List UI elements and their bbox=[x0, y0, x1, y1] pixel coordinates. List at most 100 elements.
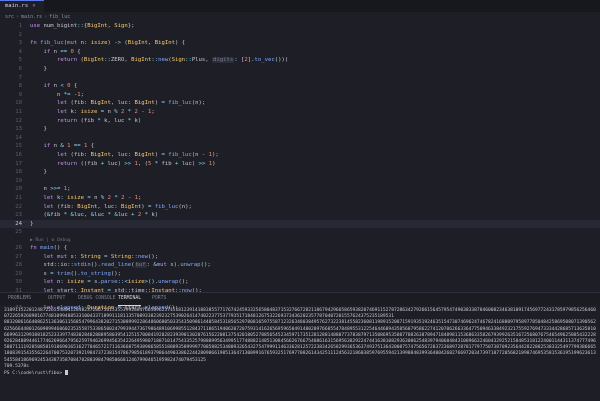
line-number: 10 bbox=[15, 100, 22, 107]
line-number: 28 bbox=[15, 262, 22, 269]
code-text: if n < 0 { bbox=[43, 83, 78, 90]
line-number: 27 bbox=[15, 253, 22, 260]
close-icon[interactable]: × bbox=[32, 3, 35, 9]
code-text: } bbox=[30, 220, 34, 227]
line-number: 30 bbox=[15, 279, 22, 286]
code-line[interactable]: 27 let mut s: String = String::new(); bbox=[0, 253, 600, 262]
terminal-cursor bbox=[64, 370, 68, 376]
code-line[interactable]: 22 let (fib: BigInt, luc: BigInt) = fib_… bbox=[0, 203, 600, 212]
code-line[interactable]: 28 std::io::stdin().read_line(buf: &mut … bbox=[0, 261, 600, 270]
tab-ports[interactable]: PORTS bbox=[152, 293, 166, 305]
line-number: 11 bbox=[15, 109, 22, 115]
line-number: 19 bbox=[15, 177, 22, 184]
line-number: 1 bbox=[18, 23, 22, 29]
code-text: return (BigInt::ZERO, BigInt::new(Sign::… bbox=[56, 57, 289, 64]
code-text: fn main() { bbox=[30, 245, 68, 251]
line-number: 2 bbox=[18, 31, 22, 38]
code-line[interactable]: 18 } bbox=[0, 168, 600, 177]
chevron-right-icon: › bbox=[44, 14, 48, 20]
code-line[interactable]: 29 s = trim().to_string(); bbox=[0, 270, 600, 279]
code-line[interactable]: 5 return (BigInt::ZERO, BigInt::new(Sign… bbox=[0, 56, 600, 65]
code-text: use num_bigint::{BigInt, Sign}; bbox=[30, 23, 135, 29]
run-debug-codelens[interactable]: ▶ Run | ⚙ Debug bbox=[30, 237, 71, 244]
line-number: 9 bbox=[18, 91, 22, 98]
code-text: return (fib * k, luc * k) bbox=[56, 117, 142, 124]
line-number: 16 bbox=[15, 152, 22, 158]
code-text: (&fib * &luc, &luc * &luc + 2 * k) bbox=[43, 212, 159, 219]
code-text: let k: isize = n % 2 * 2 - 1; bbox=[56, 109, 155, 115]
code-line[interactable]: 14 bbox=[0, 134, 600, 143]
tab-terminal[interactable]: TERMINAL bbox=[118, 293, 142, 306]
code-line[interactable]: 12 return (fib * k, luc * k) bbox=[0, 117, 600, 126]
terminal-prompt: PS C:\code\rust\fibo> bbox=[4, 371, 63, 377]
code-line[interactable]: 1 use num_bigint::{BigInt, Sign}; bbox=[0, 22, 600, 31]
code-line[interactable]: 7 bbox=[0, 74, 600, 83]
tab-main-rs[interactable]: main.rs × bbox=[0, 0, 44, 12]
code-line[interactable]: 20 n >>= 1; bbox=[0, 185, 600, 194]
code-text: let (fib: BigInt, luc: BigInt) = fib_luc… bbox=[56, 100, 206, 107]
breadcrumb-item[interactable]: fib_luc bbox=[49, 14, 70, 20]
terminal-output-line: 8832086166408625136306115685479964382027… bbox=[4, 320, 596, 363]
line-number: 21 bbox=[15, 195, 22, 201]
code-text: n *= -1; bbox=[56, 91, 84, 98]
tab-debug-console[interactable]: DEBUG CONSOLE bbox=[78, 293, 116, 305]
tab-problems[interactable]: PROBLEMS bbox=[8, 293, 31, 305]
code-text: let k: isize = n % 2 * 2 - 1; bbox=[43, 195, 142, 201]
code-line[interactable]: 21 let k: isize = n % 2 * 2 - 1; bbox=[0, 194, 600, 203]
breadcrumb-item[interactable]: src bbox=[5, 14, 14, 20]
code-text: return ((fib + luc) >> 1, (5 * fib + luc… bbox=[56, 160, 216, 167]
code-text: } bbox=[43, 66, 47, 72]
code-line[interactable]: 25 bbox=[0, 228, 600, 237]
line-number: 7 bbox=[18, 74, 22, 81]
chevron-right-icon: › bbox=[16, 14, 20, 20]
terminal[interactable]: 3109115220124872265548041284823728675615… bbox=[4, 308, 596, 400]
tab-label: main.rs bbox=[5, 3, 29, 9]
code-line[interactable]: 15 if n & 1 == 1 { bbox=[0, 142, 600, 151]
code-line[interactable]: 19 bbox=[0, 177, 600, 186]
code-line[interactable]: 4 if n == 0 { bbox=[0, 48, 600, 57]
code-line[interactable]: 6 } bbox=[0, 65, 600, 74]
terminal-output-line: 3109115220124872265548041284823728675615… bbox=[4, 308, 596, 320]
code-line[interactable]: 16 let (fib: BigInt, luc: BigInt) = fib_… bbox=[0, 151, 600, 160]
code-line[interactable]: 8 if n < 0 { bbox=[0, 82, 600, 91]
code-text: if n & 1 == 1 { bbox=[43, 143, 95, 150]
breadcrumb: src › main.rs › fib_luc bbox=[5, 13, 70, 22]
line-number: 15 bbox=[15, 143, 22, 150]
code-text: let mut s: String = String::new(); bbox=[43, 253, 159, 260]
tab-output[interactable]: OUTPUT bbox=[48, 293, 65, 305]
editor-tab-bar: main.rs × bbox=[0, 0, 600, 12]
line-number: 4 bbox=[18, 48, 22, 55]
line-number: 5 bbox=[18, 57, 22, 64]
line-number: 17 bbox=[15, 160, 22, 167]
code-line[interactable]: 26 fn main() { bbox=[0, 244, 600, 253]
line-number: 13 bbox=[15, 126, 22, 133]
code-text: let n: isize = s.parse::<isize>().unwrap… bbox=[43, 279, 189, 286]
code-text: std::io::stdin().read_line(buf: &mut s).… bbox=[43, 262, 211, 269]
code-text: let (fib: BigInt, luc: BigInt) = fib_luc… bbox=[43, 203, 192, 210]
code-editor[interactable]: 1 use num_bigint::{BigInt, Sign};2 3 fn fib… bbox=[0, 22, 600, 311]
panel-tab-bar: PROBLEMS OUTPUT DEBUG CONSOLE TERMINAL P… bbox=[0, 292, 600, 306]
code-text: if n == 0 { bbox=[43, 48, 81, 55]
code-line[interactable]: 24} bbox=[0, 219, 600, 229]
line-number: 3 bbox=[18, 40, 22, 47]
code-line[interactable]: 3 fn fib_luc(mut n: isize) -> (BigInt, Bi… bbox=[0, 39, 600, 48]
code-text: } bbox=[43, 169, 47, 176]
line-number: 24 bbox=[15, 220, 22, 227]
code-line[interactable]: 2 bbox=[0, 31, 600, 40]
code-line[interactable]: 30 let n: isize = s.parse::<isize>().unw… bbox=[0, 278, 600, 287]
code-line[interactable]: 11 let k: isize = n % 2 * 2 - 1; bbox=[0, 108, 600, 117]
code-line[interactable]: 10 let (fib: BigInt, luc: BigInt) = fib_… bbox=[0, 99, 600, 108]
line-number: 25 bbox=[15, 229, 22, 236]
line-number: 14 bbox=[15, 134, 22, 141]
line-number: 6 bbox=[18, 66, 22, 72]
line-number: 23 bbox=[15, 212, 22, 219]
code-line[interactable]: 17 return ((fib + luc) >> 1, (5 * fib + … bbox=[0, 160, 600, 169]
code-line[interactable]: 13 } bbox=[0, 125, 600, 134]
line-number: 22 bbox=[15, 203, 22, 210]
line-number: 29 bbox=[15, 270, 22, 277]
code-text: } bbox=[43, 126, 47, 133]
code-line[interactable]: 23 (&fib * &luc, &luc * &luc + 2 * k) bbox=[0, 211, 600, 220]
code-line[interactable]: 9 n *= -1; bbox=[0, 91, 600, 100]
code-text: s = trim().to_string(); bbox=[43, 270, 122, 277]
breadcrumb-item[interactable]: main.rs bbox=[21, 14, 42, 20]
